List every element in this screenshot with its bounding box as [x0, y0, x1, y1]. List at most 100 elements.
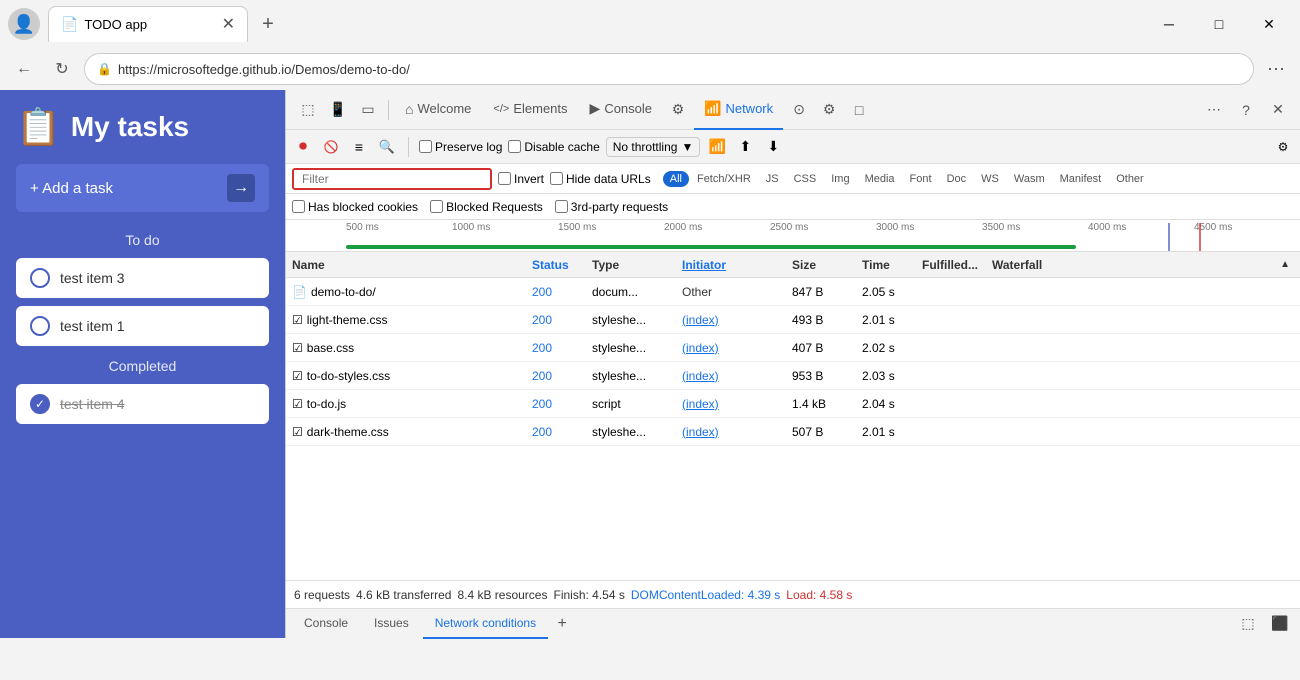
sources-button[interactable]: ⚙	[664, 96, 692, 124]
refresh-button[interactable]: ↻	[46, 53, 78, 85]
browser-more-button[interactable]: ⋯	[1260, 53, 1292, 85]
third-party-check[interactable]: 3rd-party requests	[555, 200, 668, 214]
network-row-1[interactable]: ☑light-theme.css 200 styleshe... (index)…	[286, 306, 1300, 334]
filter-btn-js[interactable]: JS	[759, 171, 786, 187]
filter-btn-font[interactable]: Font	[903, 171, 939, 187]
minimize-button[interactable]: ─	[1146, 8, 1192, 40]
add-task-button[interactable]: + Add a task →	[16, 164, 269, 212]
blocked-requests-input[interactable]	[430, 200, 443, 213]
network-row-5[interactable]: ☑dark-theme.css 200 styleshe... (index) …	[286, 418, 1300, 446]
third-party-input[interactable]	[555, 200, 568, 213]
devtools-more-button[interactable]: ⋯	[1200, 96, 1228, 124]
task-item[interactable]: test item 3	[16, 258, 269, 298]
url-bar[interactable]: 🔒 https://microsoftedge.github.io/Demos/…	[84, 53, 1254, 85]
inspect-element-button[interactable]: ⬚	[294, 96, 322, 124]
preserve-log-checkbox[interactable]: Preserve log	[419, 140, 502, 154]
col-name-header[interactable]: Name	[286, 258, 526, 272]
row-initiator-3[interactable]: (index)	[676, 369, 786, 383]
new-tab-button[interactable]: +	[252, 8, 284, 40]
col-status-header[interactable]: Status	[526, 258, 586, 272]
tab-elements[interactable]: </> Elements	[483, 90, 577, 130]
bottom-add-tab-button[interactable]: +	[550, 612, 574, 636]
filter-btn-doc[interactable]: Doc	[940, 171, 974, 187]
filter-btn-manifest[interactable]: Manifest	[1053, 171, 1109, 187]
col-time-header[interactable]: Time	[856, 258, 916, 272]
dt-more-controls: ⋯ ? ✕	[1200, 96, 1292, 124]
row-initiator-5[interactable]: (index)	[676, 425, 786, 439]
network-row-2[interactable]: ☑base.css 200 styleshe... (index) 407 B …	[286, 334, 1300, 362]
network-row-3[interactable]: ☑to-do-styles.css 200 styleshe... (index…	[286, 362, 1300, 390]
throttle-select[interactable]: No throttling ▼	[606, 137, 701, 157]
col-initiator-header[interactable]: Initiator	[676, 258, 786, 272]
filter-btn-other[interactable]: Other	[1109, 171, 1151, 187]
clear-button[interactable]: 🚫	[320, 136, 342, 158]
sidebar-button[interactable]: ▭	[354, 96, 382, 124]
bottom-tab-console[interactable]: Console	[292, 609, 360, 639]
nt-sep-1	[408, 137, 409, 157]
undock-button[interactable]: ⬚	[1234, 610, 1262, 638]
disable-cache-checkbox[interactable]: Disable cache	[508, 140, 599, 154]
upload-icon-button[interactable]: ⬆	[734, 136, 756, 158]
filter-btn-css[interactable]: CSS	[787, 171, 824, 187]
filter-btn-ws[interactable]: WS	[974, 171, 1006, 187]
performance-button[interactable]: ⊙	[785, 96, 813, 124]
maximize-button[interactable]: □	[1196, 8, 1242, 40]
dock-bottom-button[interactable]: ⬛	[1266, 610, 1294, 638]
preserve-log-input[interactable]	[419, 140, 432, 153]
fullscreen-button[interactable]: □	[845, 96, 873, 124]
wifi-icon-button[interactable]: 📶	[706, 136, 728, 158]
row-initiator-4[interactable]: (index)	[676, 397, 786, 411]
timeline-label-6: 3500 ms	[982, 222, 1088, 233]
lock-icon: 🔒	[97, 62, 112, 76]
col-waterfall-header[interactable]: Waterfall ▲	[986, 258, 1300, 272]
search-icon-button[interactable]: 🔍	[376, 136, 398, 158]
close-button[interactable]: ✕	[1246, 8, 1292, 40]
row-initiator-2[interactable]: (index)	[676, 341, 786, 355]
bottom-tab-issues[interactable]: Issues	[362, 609, 421, 639]
tab-close-button[interactable]: ✕	[222, 17, 235, 33]
tab-console[interactable]: ▶ Console	[580, 90, 662, 130]
filter-btn-wasm[interactable]: Wasm	[1007, 171, 1052, 187]
device-mode-button[interactable]: 📱	[324, 96, 352, 124]
blocked-cookies-check[interactable]: Has blocked cookies	[292, 200, 418, 214]
task-checkbox-1[interactable]	[30, 268, 50, 288]
devtools-help-button[interactable]: ?	[1232, 96, 1260, 124]
browser-tab[interactable]: 📄 TODO app ✕	[48, 6, 248, 42]
console-icon: ▶	[590, 100, 601, 117]
record-button[interactable]: ⏺	[292, 136, 314, 158]
back-button[interactable]: ←	[8, 53, 40, 85]
blocked-cookies-input[interactable]	[292, 200, 305, 213]
row-name-4: ☑to-do.js	[286, 397, 526, 411]
devtools-close-button[interactable]: ✕	[1264, 96, 1292, 124]
task-item[interactable]: test item 1	[16, 306, 269, 346]
filter-icon-button[interactable]: ≡	[348, 136, 370, 158]
settings-button[interactable]: ⚙	[815, 96, 843, 124]
download-icon-button[interactable]: ⬇	[762, 136, 784, 158]
col-size-header[interactable]: Size	[786, 258, 856, 272]
hide-data-urls-checkbox[interactable]: Hide data URLs	[550, 172, 651, 186]
blocked-requests-check[interactable]: Blocked Requests	[430, 200, 543, 214]
col-fulfilled-header[interactable]: Fulfilled...	[916, 258, 986, 272]
task-checkbox-2[interactable]	[30, 316, 50, 336]
timeline-label-8: 4500 ms	[1194, 222, 1300, 233]
profile-icon[interactable]: 👤	[8, 8, 40, 40]
bottom-tab-network-conditions[interactable]: Network conditions	[423, 609, 548, 639]
network-row-4[interactable]: ☑to-do.js 200 script (index) 1.4 kB 2.04…	[286, 390, 1300, 418]
col-type-header[interactable]: Type	[586, 258, 676, 272]
nt-settings-button[interactable]: ⚙	[1272, 136, 1294, 158]
tab-network[interactable]: 📶 Network	[694, 90, 783, 130]
row-initiator-1[interactable]: (index)	[676, 313, 786, 327]
network-row-0[interactable]: 📄demo-to-do/ 200 docum... Other 847 B 2.…	[286, 278, 1300, 306]
invert-checkbox[interactable]: Invert	[498, 172, 544, 186]
tab-welcome[interactable]: ⌂ Welcome	[395, 90, 481, 130]
filter-btn-img[interactable]: Img	[824, 171, 856, 187]
hide-data-urls-input[interactable]	[550, 172, 563, 185]
filter-input[interactable]	[292, 168, 492, 190]
completed-task-item[interactable]: ✓ test item 4	[16, 384, 269, 424]
invert-input[interactable]	[498, 172, 511, 185]
filter-btn-fetch-xhr[interactable]: Fetch/XHR	[690, 171, 758, 187]
task-checkbox-3[interactable]: ✓	[30, 394, 50, 414]
disable-cache-input[interactable]	[508, 140, 521, 153]
filter-btn-media[interactable]: Media	[858, 171, 902, 187]
filter-btn-all[interactable]: All	[663, 171, 689, 187]
